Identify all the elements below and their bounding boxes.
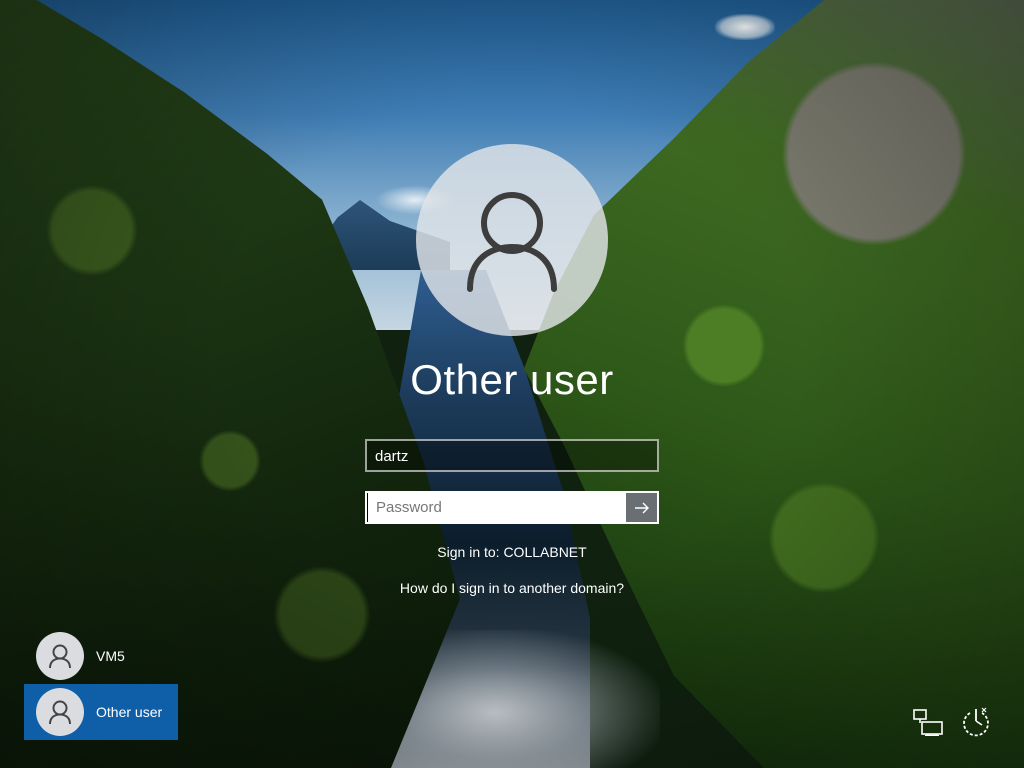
- user-icon: [49, 644, 71, 669]
- power-button[interactable]: [958, 704, 994, 740]
- tile-avatar: [36, 688, 84, 736]
- user-icon: [467, 192, 557, 292]
- network-button[interactable]: [910, 704, 946, 740]
- power-icon: [963, 707, 989, 737]
- user-icon: [49, 700, 71, 725]
- user-tile-other-user[interactable]: Other user: [24, 684, 178, 740]
- sign-in-domain-text: Sign in to: COLLABNET: [437, 544, 587, 560]
- user-tile-label: Other user: [96, 704, 163, 720]
- arrow-right-icon: [634, 502, 649, 513]
- password-field-container: [365, 491, 659, 524]
- password-input[interactable]: [367, 493, 626, 522]
- network-icon: [913, 709, 943, 736]
- user-tile-label: VM5: [96, 648, 125, 664]
- user-avatar-large: [416, 144, 608, 336]
- tile-avatar: [36, 632, 84, 680]
- submit-button[interactable]: [626, 493, 657, 522]
- user-tile-vm5[interactable]: VM5: [24, 628, 178, 684]
- domain-help-link[interactable]: How do I sign in to another domain?: [0, 580, 1024, 596]
- page-title: Other user: [410, 356, 614, 403]
- username-field[interactable]: dartz: [365, 439, 659, 472]
